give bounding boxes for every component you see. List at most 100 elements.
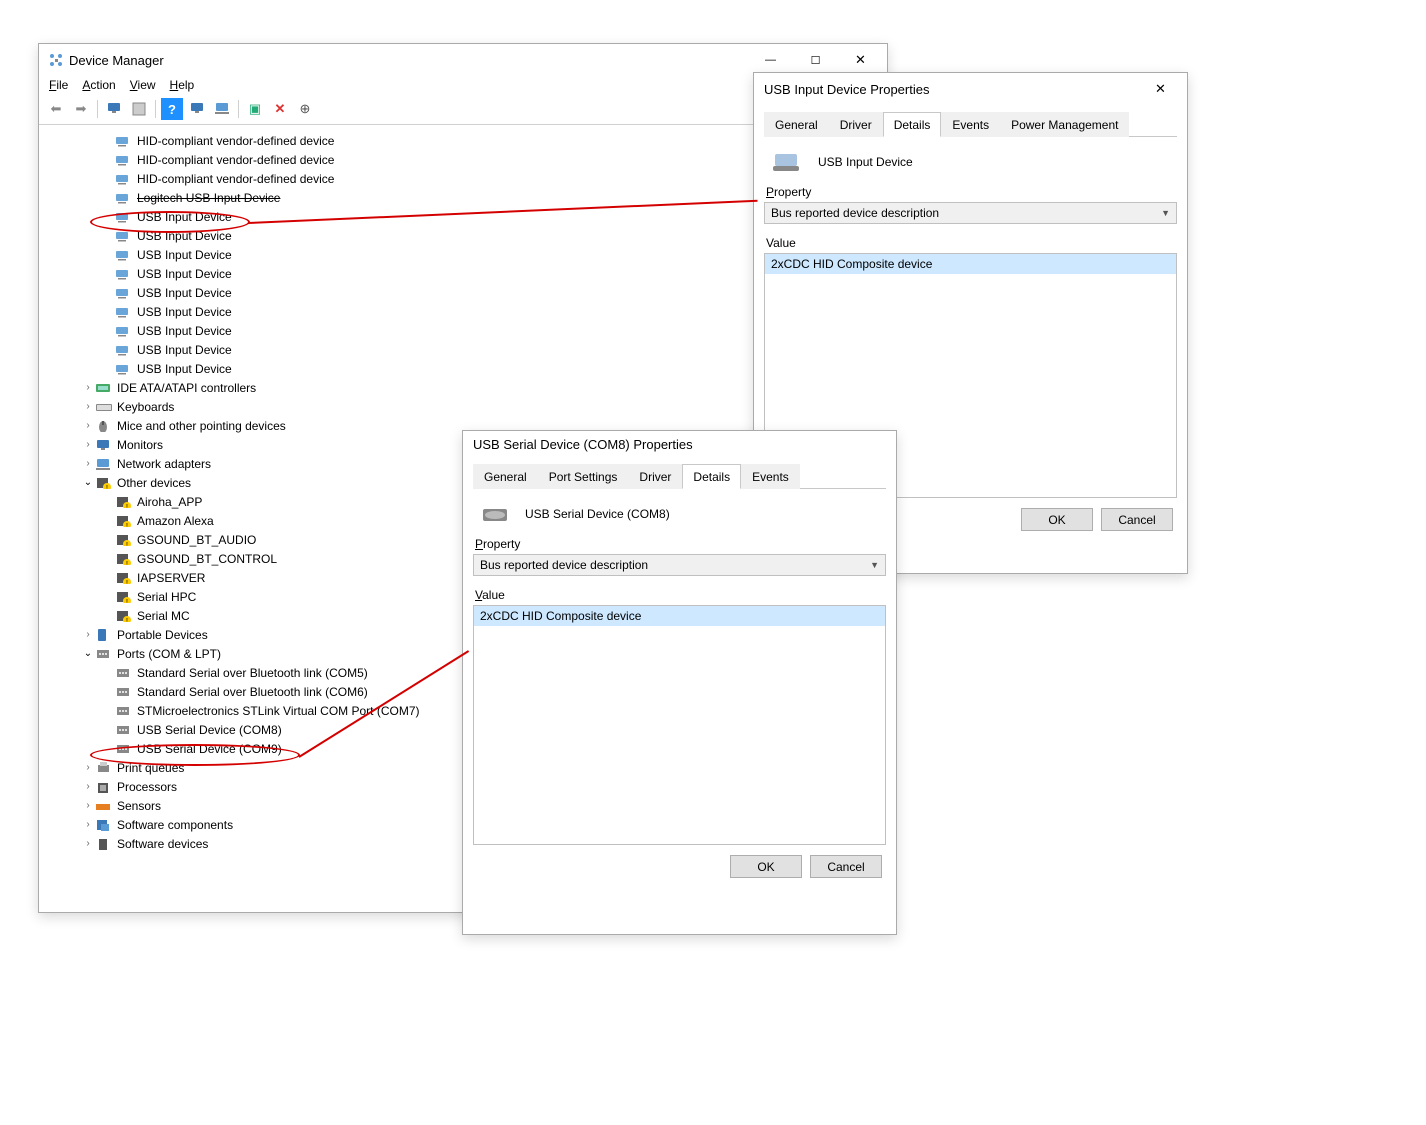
- tree-item-label: IAPSERVER: [137, 571, 205, 585]
- value-listbox-2[interactable]: 2xCDC HID Composite device: [473, 605, 886, 845]
- property-dropdown-value: Bus reported device description: [771, 206, 939, 220]
- warn-icon: [115, 494, 133, 510]
- expander-icon[interactable]: ›: [81, 401, 95, 412]
- property-dropdown[interactable]: Bus reported device description ▼: [764, 202, 1177, 224]
- value-item-2[interactable]: 2xCDC HID Composite device: [474, 606, 885, 626]
- port-icon: [115, 684, 133, 700]
- expander-icon[interactable]: ⌄: [81, 648, 95, 659]
- tree-item-label: USB Serial Device (COM9): [137, 742, 282, 756]
- tab-power-management[interactable]: Power Management: [1000, 112, 1129, 137]
- tree-item-label: USB Input Device: [137, 210, 232, 224]
- expander-icon[interactable]: ›: [81, 458, 95, 469]
- tree-item-label: Standard Serial over Bluetooth link (COM…: [137, 666, 368, 680]
- back-icon[interactable]: ⬅: [45, 98, 67, 120]
- usb-input-device-icon: [772, 151, 804, 173]
- ok-button-2[interactable]: OK: [730, 855, 802, 878]
- tree-item-label: Print queues: [117, 761, 184, 775]
- hid-icon: [115, 361, 133, 377]
- tab-port-settings[interactable]: Port Settings: [538, 464, 629, 489]
- tree-item-label: Processors: [117, 780, 177, 794]
- device-manager-app-icon: [49, 53, 63, 67]
- cpu-icon: [95, 779, 113, 795]
- forward-icon[interactable]: ➡: [70, 98, 92, 120]
- hid-icon: [115, 209, 133, 225]
- kbd-icon: [95, 399, 113, 415]
- tab-details[interactable]: Details: [883, 112, 942, 137]
- usb-serial-device-name: USB Serial Device (COM8): [525, 507, 670, 521]
- cancel-button[interactable]: Cancel: [1101, 508, 1173, 531]
- help-icon[interactable]: ?: [161, 98, 183, 120]
- sw-icon: [95, 817, 113, 833]
- ide-icon: [95, 380, 113, 396]
- tab-events[interactable]: Events: [941, 112, 1000, 137]
- menu-action[interactable]: Action: [82, 78, 115, 92]
- enable-device-icon[interactable]: ▣: [244, 98, 266, 120]
- tab-general[interactable]: General: [764, 112, 829, 137]
- expander-icon[interactable]: ›: [81, 382, 95, 393]
- tree-item-label: USB Input Device: [137, 286, 232, 300]
- tree-item-label: Network adapters: [117, 457, 211, 471]
- tab-details-2[interactable]: Details: [682, 464, 741, 489]
- usb-serial-properties-dialog: USB Serial Device (COM8) Properties Gene…: [462, 430, 897, 935]
- property-dropdown-2[interactable]: Bus reported device description ▼: [473, 554, 886, 576]
- ok-button[interactable]: OK: [1021, 508, 1093, 531]
- tree-item-label: Airoha_APP: [137, 495, 202, 509]
- menu-file[interactable]: File: [49, 78, 68, 92]
- uninstall-device-icon[interactable]: ✕: [269, 98, 291, 120]
- usb-input-title: USB Input Device Properties: [764, 82, 929, 97]
- tree-item-label: Keyboards: [117, 400, 174, 414]
- expander-icon[interactable]: ⌄: [81, 477, 95, 488]
- warn-icon: [115, 570, 133, 586]
- expander-icon[interactable]: ›: [81, 420, 95, 431]
- tree-item-label: Logitech USB Input Device: [137, 191, 280, 205]
- expander-icon[interactable]: ›: [81, 762, 95, 773]
- expander-icon[interactable]: ›: [81, 838, 95, 849]
- usb-input-close-button[interactable]: ✕: [1138, 74, 1183, 104]
- tree-item-label: USB Input Device: [137, 362, 232, 376]
- tab-general-2[interactable]: General: [473, 464, 538, 489]
- tree-item-label: Software components: [117, 818, 233, 832]
- hid-icon: [115, 133, 133, 149]
- add-legacy-icon[interactable]: ⊕: [294, 98, 316, 120]
- hid-icon: [115, 171, 133, 187]
- tree-item-label: Serial HPC: [137, 590, 196, 604]
- tab-events-2[interactable]: Events: [741, 464, 800, 489]
- expander-icon[interactable]: ›: [81, 800, 95, 811]
- scan-hardware-icon[interactable]: [186, 98, 208, 120]
- hid-icon: [115, 247, 133, 263]
- print-icon: [95, 760, 113, 776]
- port-icon: [115, 722, 133, 738]
- hid-icon: [115, 304, 133, 320]
- close-button[interactable]: ✕: [838, 45, 883, 75]
- expander-icon[interactable]: ›: [81, 439, 95, 450]
- usb-input-tabstrip: General Driver Details Events Power Mana…: [764, 111, 1177, 137]
- hid-icon: [115, 323, 133, 339]
- expander-icon[interactable]: ›: [81, 819, 95, 830]
- net-icon: [95, 456, 113, 472]
- device-manager-title: Device Manager: [69, 53, 164, 68]
- warn-icon: [115, 608, 133, 624]
- tab-driver-2[interactable]: Driver: [628, 464, 682, 489]
- value-item[interactable]: 2xCDC HID Composite device: [765, 254, 1176, 274]
- expander-icon[interactable]: ›: [81, 629, 95, 640]
- warn-icon: [115, 551, 133, 567]
- show-hidden-icon[interactable]: [103, 98, 125, 120]
- chevron-down-icon: ▼: [1161, 208, 1170, 218]
- sensor-icon: [95, 798, 113, 814]
- tab-driver[interactable]: Driver: [829, 112, 883, 137]
- menu-view[interactable]: View: [130, 78, 156, 92]
- hid-icon: [115, 190, 133, 206]
- maximize-button[interactable]: ☐: [793, 45, 838, 75]
- warn-icon: [115, 532, 133, 548]
- warn-icon: [95, 475, 113, 491]
- hid-icon: [115, 228, 133, 244]
- port-icon: [115, 703, 133, 719]
- tree-item-label: USB Input Device: [137, 324, 232, 338]
- minimize-button[interactable]: —: [748, 45, 793, 75]
- update-icon[interactable]: [211, 98, 233, 120]
- menu-help[interactable]: Help: [170, 78, 195, 92]
- properties-toolbar-icon[interactable]: [128, 98, 150, 120]
- cancel-button-2[interactable]: Cancel: [810, 855, 882, 878]
- expander-icon[interactable]: ›: [81, 781, 95, 792]
- tree-item-label: Standard Serial over Bluetooth link (COM…: [137, 685, 368, 699]
